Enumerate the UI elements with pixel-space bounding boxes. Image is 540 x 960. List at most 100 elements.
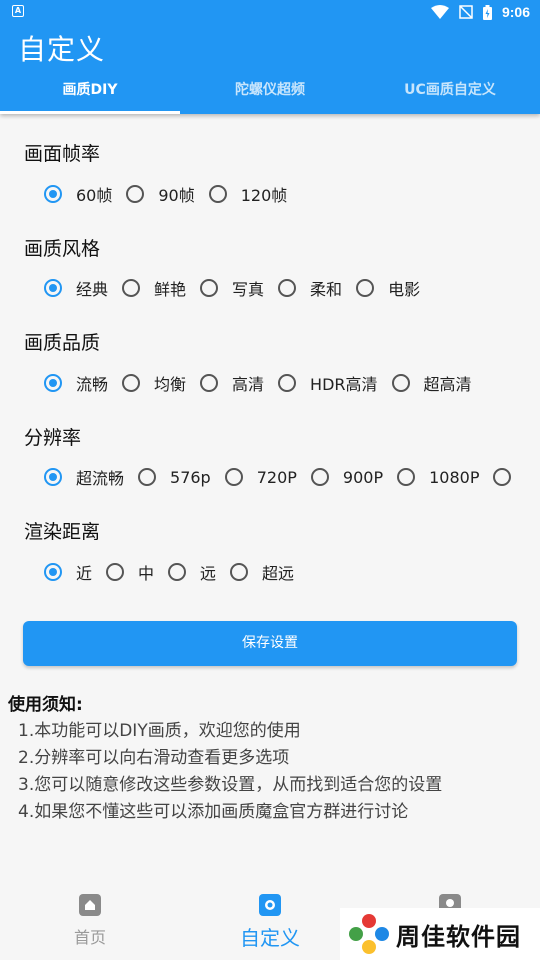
- watermark-logo-icon: [349, 914, 389, 954]
- radio-resolution-1080p[interactable]: 1080P: [397, 468, 479, 487]
- radio-label: 1080P: [429, 467, 480, 487]
- radio-button[interactable]: [44, 374, 62, 392]
- tab-gyro-overclock[interactable]: 陀螺仪超频: [180, 70, 360, 114]
- radio-framerate-120[interactable]: 120帧: [208, 182, 288, 206]
- radio-button[interactable]: [122, 374, 141, 392]
- radio-button[interactable]: [310, 468, 329, 486]
- notice-list: 1.本功能可以DIY画质，欢迎您的使用 2.分辨率可以向右滑动查看更多选项 3.…: [18, 718, 442, 826]
- status-icons: 9:06: [430, 2, 530, 22]
- radio-distance-ultra-far[interactable]: 超远: [230, 560, 294, 584]
- radio-button[interactable]: [397, 468, 416, 486]
- page-title: 自定义: [18, 33, 106, 66]
- radio-label: 近: [76, 564, 93, 583]
- radio-distance-near[interactable]: 近: [44, 560, 92, 584]
- tab-uc-custom[interactable]: UC画质自定义: [360, 70, 540, 114]
- radio-label: 90帧: [158, 186, 195, 205]
- radio-distance-far[interactable]: 远: [168, 560, 216, 584]
- radio-resolution-more[interactable]: [493, 468, 525, 486]
- radio-framerate-90[interactable]: 90帧: [126, 182, 195, 206]
- radio-style-soft[interactable]: 柔和: [278, 276, 342, 300]
- radio-button[interactable]: [44, 185, 62, 203]
- radio-label: 900P: [342, 467, 384, 487]
- radio-button[interactable]: [44, 563, 62, 581]
- radio-button[interactable]: [224, 468, 243, 486]
- notice-item: 2.分辨率可以向右滑动查看更多选项: [18, 748, 290, 768]
- radio-button[interactable]: [106, 563, 125, 581]
- radio-button[interactable]: [126, 185, 145, 203]
- notice-item: 1.本功能可以DIY画质，欢迎您的使用: [18, 721, 301, 741]
- radio-quality-uhd[interactable]: 超高清: [391, 371, 472, 395]
- radio-distance-mid[interactable]: 中: [106, 560, 154, 584]
- radio-framerate-60[interactable]: 60帧: [44, 182, 112, 206]
- radio-style-classic[interactable]: 经典: [44, 276, 108, 300]
- nav-home[interactable]: 首页: [30, 894, 150, 948]
- radio-button[interactable]: [44, 468, 62, 486]
- radio-style-realistic[interactable]: 写真: [200, 276, 264, 300]
- nav-home-label: 首页: [73, 928, 106, 947]
- radio-button[interactable]: [138, 468, 157, 486]
- radio-label: 写真: [232, 280, 265, 299]
- radio-button[interactable]: [168, 563, 187, 581]
- status-bar: A 9:06: [0, 0, 540, 24]
- radio-label: 远: [200, 564, 217, 583]
- tab-bar: 画质DIY 陀螺仪超频 UC画质自定义: [0, 70, 540, 114]
- radio-style-vivid[interactable]: 鲜艳: [122, 276, 186, 300]
- nav-custom[interactable]: 自定义: [210, 894, 330, 951]
- radio-quality-hd[interactable]: 高清: [200, 371, 264, 395]
- distance-title: 渲染距离: [24, 521, 101, 543]
- save-settings-button[interactable]: 保存设置: [23, 621, 517, 666]
- notification-icon: A: [12, 5, 24, 17]
- radio-quality-hdr[interactable]: HDR高清: [278, 371, 378, 395]
- resolution-title: 分辨率: [24, 427, 82, 449]
- no-signal-icon: [459, 5, 473, 19]
- distance-options: 近 中 远 超远: [44, 560, 308, 584]
- radio-button[interactable]: [122, 279, 141, 297]
- notice-title: 使用须知:: [8, 695, 83, 715]
- radio-label: 均衡: [154, 375, 187, 394]
- nav-custom-label: 自定义: [240, 926, 300, 950]
- radio-button[interactable]: [278, 279, 297, 297]
- status-time: 9:06: [501, 4, 530, 20]
- framerate-title: 画面帧率: [24, 143, 101, 165]
- radio-button[interactable]: [356, 279, 375, 297]
- watermark: 周佳软件园: [340, 908, 540, 960]
- radio-label: 柔和: [310, 280, 343, 299]
- quality-options: 流畅 均衡 高清 HDR高清 超高清: [44, 371, 486, 395]
- watermark-text: 周佳软件园: [396, 922, 521, 951]
- app-bar: A 9:06 自定义 画质DIY 陀螺仪超频 UC画质自定义: [0, 0, 540, 114]
- notice-item: 3.您可以随意修改这些参数设置，从而找到适合您的设置: [18, 775, 443, 795]
- quality-title: 画质品质: [24, 332, 101, 354]
- radio-label: 经典: [76, 280, 109, 299]
- radio-label: HDR高清: [310, 375, 378, 394]
- radio-style-movie[interactable]: 电影: [356, 276, 420, 300]
- radio-button[interactable]: [208, 185, 227, 203]
- radio-label: 电影: [388, 280, 421, 299]
- radio-button[interactable]: [493, 468, 512, 486]
- home-icon: [79, 894, 101, 916]
- radio-label: 60帧: [76, 186, 113, 205]
- radio-label: 576p: [170, 467, 211, 487]
- radio-quality-balanced[interactable]: 均衡: [122, 371, 186, 395]
- radio-resolution-ultra-smooth[interactable]: 超流畅: [44, 465, 124, 489]
- notice-item: 4.如果您不懂这些可以添加画质魔盒官方群进行讨论: [18, 802, 409, 822]
- style-title: 画质风格: [24, 238, 101, 260]
- radio-label: 超高清: [423, 375, 472, 394]
- radio-label: 鲜艳: [154, 280, 187, 299]
- radio-button[interactable]: [391, 374, 410, 392]
- resolution-options: 超流畅 576p 720P 900P 1080P: [44, 465, 539, 489]
- tab-diy[interactable]: 画质DIY: [0, 70, 180, 114]
- framerate-options: 60帧 90帧 120帧: [44, 182, 301, 206]
- radio-label: 流畅: [76, 375, 109, 394]
- radio-button[interactable]: [200, 279, 219, 297]
- radio-button[interactable]: [44, 279, 62, 297]
- radio-button[interactable]: [278, 374, 297, 392]
- radio-resolution-900p[interactable]: 900P: [310, 467, 384, 487]
- radio-resolution-720p[interactable]: 720P: [224, 467, 297, 487]
- radio-label: 720P: [256, 467, 297, 487]
- radio-button[interactable]: [230, 563, 249, 581]
- radio-resolution-576p[interactable]: 576p: [138, 468, 211, 487]
- radio-button[interactable]: [200, 374, 219, 392]
- custom-icon: [259, 894, 281, 916]
- radio-quality-smooth[interactable]: 流畅: [44, 371, 108, 395]
- radio-label: 120帧: [240, 186, 288, 205]
